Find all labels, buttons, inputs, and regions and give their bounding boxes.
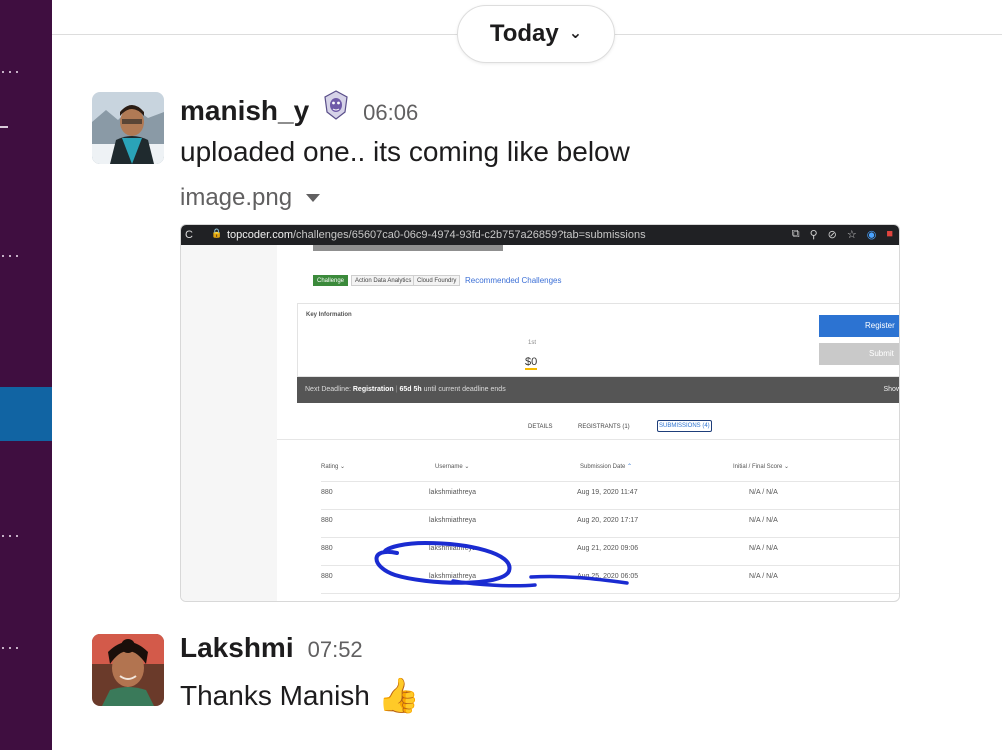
sidebar-more-icon[interactable]: ··· — [0, 526, 20, 544]
day-divider-button[interactable]: Today ⌄ — [457, 5, 615, 63]
day-divider-label: Today — [489, 20, 559, 47]
thumbs-up-emoji: 👍 — [377, 677, 421, 715]
url-host: topcoder.com — [226, 229, 293, 241]
row-divider — [321, 593, 899, 594]
url-path: /challenges/65607ca0-06c9-4974-93fd-c2b7… — [293, 229, 646, 241]
message-text: Thanks Manish — [180, 680, 370, 711]
lock-icon: 🔒 — [211, 228, 223, 238]
zoom-icon: ⚲ — [809, 229, 818, 241]
sidebar-active-item[interactable] — [0, 387, 52, 441]
message-text: uploaded one.. its coming like below — [180, 136, 630, 167]
challenge-page: Challenge Action Data Analytics Cloud Fo… — [277, 245, 899, 594]
author-name[interactable]: Lakshmi — [180, 632, 294, 664]
image-attachment[interactable]: C 🔒 topcoder.com/challenges/65607ca0-06c… — [180, 224, 900, 602]
sidebar-collapse-mark[interactable] — [0, 126, 8, 128]
sidebar-more-icon[interactable]: ··· — [0, 62, 20, 80]
browser-toolbar-icons: ⧉ ⚲ ⊘ ☆ ◉ ■ — [792, 228, 893, 241]
extension-icon: ◉ — [866, 229, 877, 241]
message-timestamp[interactable]: 06:06 — [363, 100, 418, 126]
open-external-icon: ⧉ — [791, 228, 800, 240]
workspace-sidebar: ··· ··· ··· ··· — [0, 0, 52, 750]
browser-address-bar: C 🔒 topcoder.com/challenges/65607ca0-06c… — [181, 225, 899, 245]
page-gutter — [181, 245, 277, 601]
message-header: Lakshmi 07:52 — [180, 632, 363, 664]
message-timestamp[interactable]: 07:52 — [308, 637, 363, 663]
status-badge-icon[interactable] — [323, 90, 349, 125]
chevron-down-icon: ⌄ — [568, 25, 583, 42]
author-name[interactable]: manish_y — [180, 95, 309, 127]
extension-icon: ■ — [886, 228, 893, 240]
back-arrow-icon: C — [185, 229, 193, 241]
sidebar-more-icon[interactable]: ··· — [0, 246, 20, 264]
message-header: manish_y 06:06 — [180, 90, 418, 127]
file-name: image.png — [180, 184, 293, 211]
message-body: Thanks Manish 👍 — [180, 676, 420, 716]
avatar[interactable] — [92, 92, 164, 164]
caret-down-icon — [306, 194, 321, 202]
sidebar-more-icon[interactable]: ··· — [0, 638, 20, 656]
star-icon: ☆ — [846, 229, 857, 241]
hide-icon: ⊘ — [827, 229, 837, 241]
file-name-toggle[interactable]: image.png — [180, 184, 321, 212]
pen-annotation — [374, 540, 629, 588]
avatar[interactable] — [92, 634, 164, 706]
